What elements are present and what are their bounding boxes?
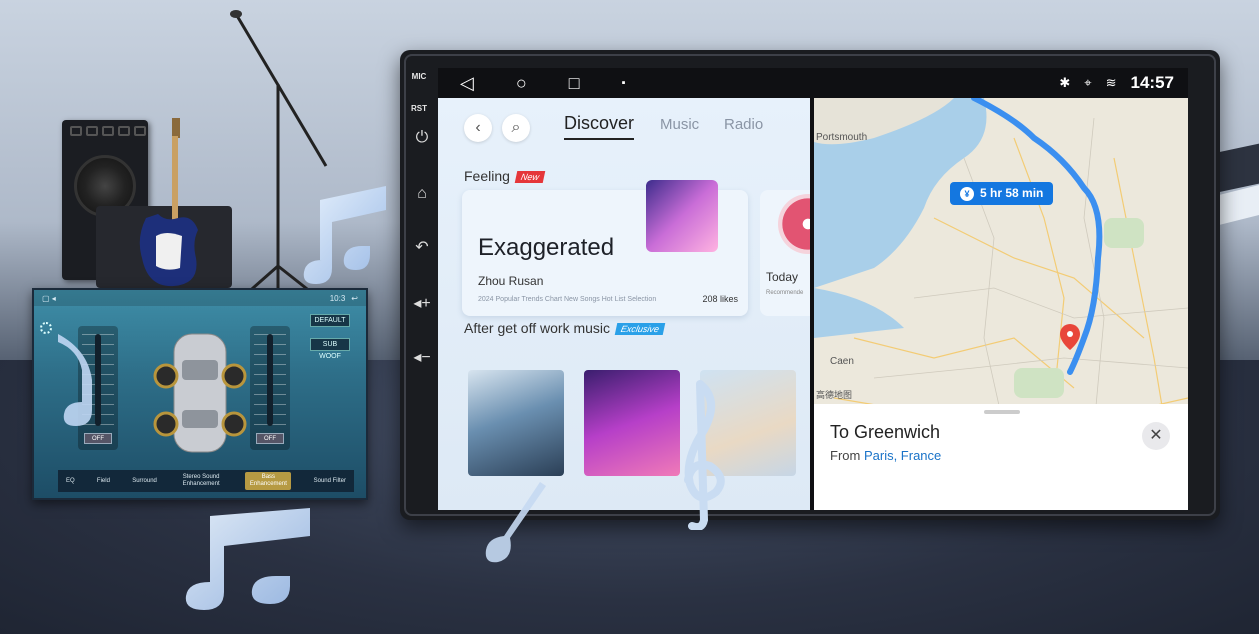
bluetooth-icon: ✱ (1059, 75, 1071, 90)
close-icon[interactable]: ✕ (1142, 422, 1170, 450)
volume-up-icon[interactable]: ◂+ (412, 294, 432, 314)
album-art (646, 180, 718, 252)
quarter-note-icon (485, 482, 546, 563)
song-description: 2024 Popular Trends Chart New Songs Hot … (478, 296, 657, 303)
from-label: From (830, 448, 861, 463)
location-icon: ⌖ (1084, 75, 1092, 90)
wifi-icon: ≋ (1105, 75, 1117, 90)
guitar-icon (139, 118, 198, 287)
eighth-note-icon (58, 334, 92, 426)
eq-tab-surround[interactable]: Surround (132, 478, 157, 485)
song-artist: Zhou Rusan (478, 274, 544, 288)
feeling-section-title: Feeling New (464, 168, 546, 184)
route-duration[interactable]: ¥5 hr 58 min (950, 182, 1054, 205)
new-badge: New (514, 171, 546, 184)
default-button[interactable]: DEFAULT (310, 314, 350, 327)
mic-label: MIC (411, 72, 427, 81)
tab-music[interactable]: Music (660, 116, 699, 133)
tab-radio[interactable]: Radio (724, 116, 763, 133)
card-grab-handle[interactable] (984, 410, 1020, 414)
place-caen: Caen (830, 356, 854, 367)
eq-back-icon[interactable]: ↩ (351, 294, 358, 303)
status-bar: ◁ ○ □ ▪ ✱ ⌖ ≋ 14:57 (438, 68, 1188, 98)
eq-tab-bass[interactable]: Bass Enhancement (245, 472, 292, 490)
map-watermark: 高德地图 (816, 390, 853, 400)
eq-time: 10:3 (329, 293, 346, 303)
right-slider[interactable]: OFF (250, 326, 290, 450)
likes-count: 208 likes (702, 294, 738, 304)
car-speaker-diagram (153, 333, 247, 453)
song-title: Exaggerated (478, 234, 615, 261)
eq-tab-stereo[interactable]: Stereo Sound Enhancement (179, 474, 223, 488)
road-decoration-light (1219, 185, 1259, 225)
music-note-icon (303, 186, 386, 284)
back-triangle-icon[interactable]: ◁ (460, 73, 474, 94)
screen: ◁ ○ □ ▪ ✱ ⌖ ≋ 14:57 ‹ ⌕ Discover Music R… (438, 68, 1188, 510)
today-title: Today (766, 270, 799, 284)
double-note-icon (185, 508, 310, 610)
music-app: ‹ ⌕ Discover Music Radio Feeling New Exag… (438, 98, 820, 510)
destination-origin: From Paris, France (830, 448, 941, 463)
volume-down-icon[interactable]: ◂− (412, 348, 432, 368)
left-off-tag[interactable]: OFF (84, 433, 112, 444)
route-duration-text: 5 hr 58 min (980, 186, 1044, 200)
feeling-title: Feeling (464, 168, 510, 184)
playlist-thumb-driving[interactable] (468, 370, 564, 476)
treble-clef-icon (684, 380, 725, 530)
eq-tab-field[interactable]: Field (97, 478, 110, 485)
eq-home-icon[interactable]: ▢ ◂ (42, 294, 56, 303)
today-subtitle: Recommende (766, 290, 804, 296)
home-icon[interactable]: ⌂ (412, 184, 432, 204)
eq-tab-bar: EQ Field Surround Stereo Sound Enhanceme… (58, 470, 354, 492)
back-icon[interactable]: ↶ (412, 238, 432, 258)
route-icon: ¥ (960, 187, 974, 201)
rst-button[interactable]: RST (406, 104, 432, 113)
clock: 14:57 (1130, 73, 1174, 92)
recents-square-icon[interactable]: □ (569, 73, 580, 94)
work-music-section-title: After get off work music Exclusive (464, 320, 666, 336)
screenshot-icon[interactable]: ▪ (622, 77, 626, 89)
destination-title: To Greenwich (830, 422, 941, 442)
eq-tab-eq[interactable]: EQ (66, 478, 75, 485)
work-music-title: After get off work music (464, 320, 611, 336)
home-circle-icon[interactable]: ○ (516, 73, 527, 94)
tab-discover[interactable]: Discover (564, 113, 635, 140)
search-icon[interactable]: ⌕ (502, 114, 530, 142)
head-unit: MIC RST ⏻ ⌂ ↶ ◂+ ◂− ◁ ○ □ ▪ ✱ ⌖ ≋ 14:57 … (400, 50, 1220, 520)
origin-link[interactable]: Paris, France (864, 448, 941, 463)
eq-status-bar: ▢ ◂ 10:3 ↩ (34, 290, 366, 306)
map-app: ¥5 hr 58 min Portsmouth Caen 高德地图 To Gre… (814, 98, 1188, 510)
right-off-tag[interactable]: OFF (256, 433, 284, 444)
exclusive-badge: Exclusive (614, 323, 666, 336)
back-button[interactable]: ‹ (464, 114, 492, 142)
power-icon[interactable]: ⏻ (412, 128, 432, 148)
featured-song-card[interactable]: Exaggerated Zhou Rusan 2024 Popular Tren… (462, 180, 748, 316)
eq-tab-sound-filter[interactable]: Sound Filter (314, 478, 346, 485)
subwoof-button[interactable]: SUB WOOF (310, 338, 350, 360)
destination-card: To Greenwich From Paris, France ✕ (814, 404, 1188, 510)
place-portsmouth: Portsmouth (816, 132, 868, 143)
